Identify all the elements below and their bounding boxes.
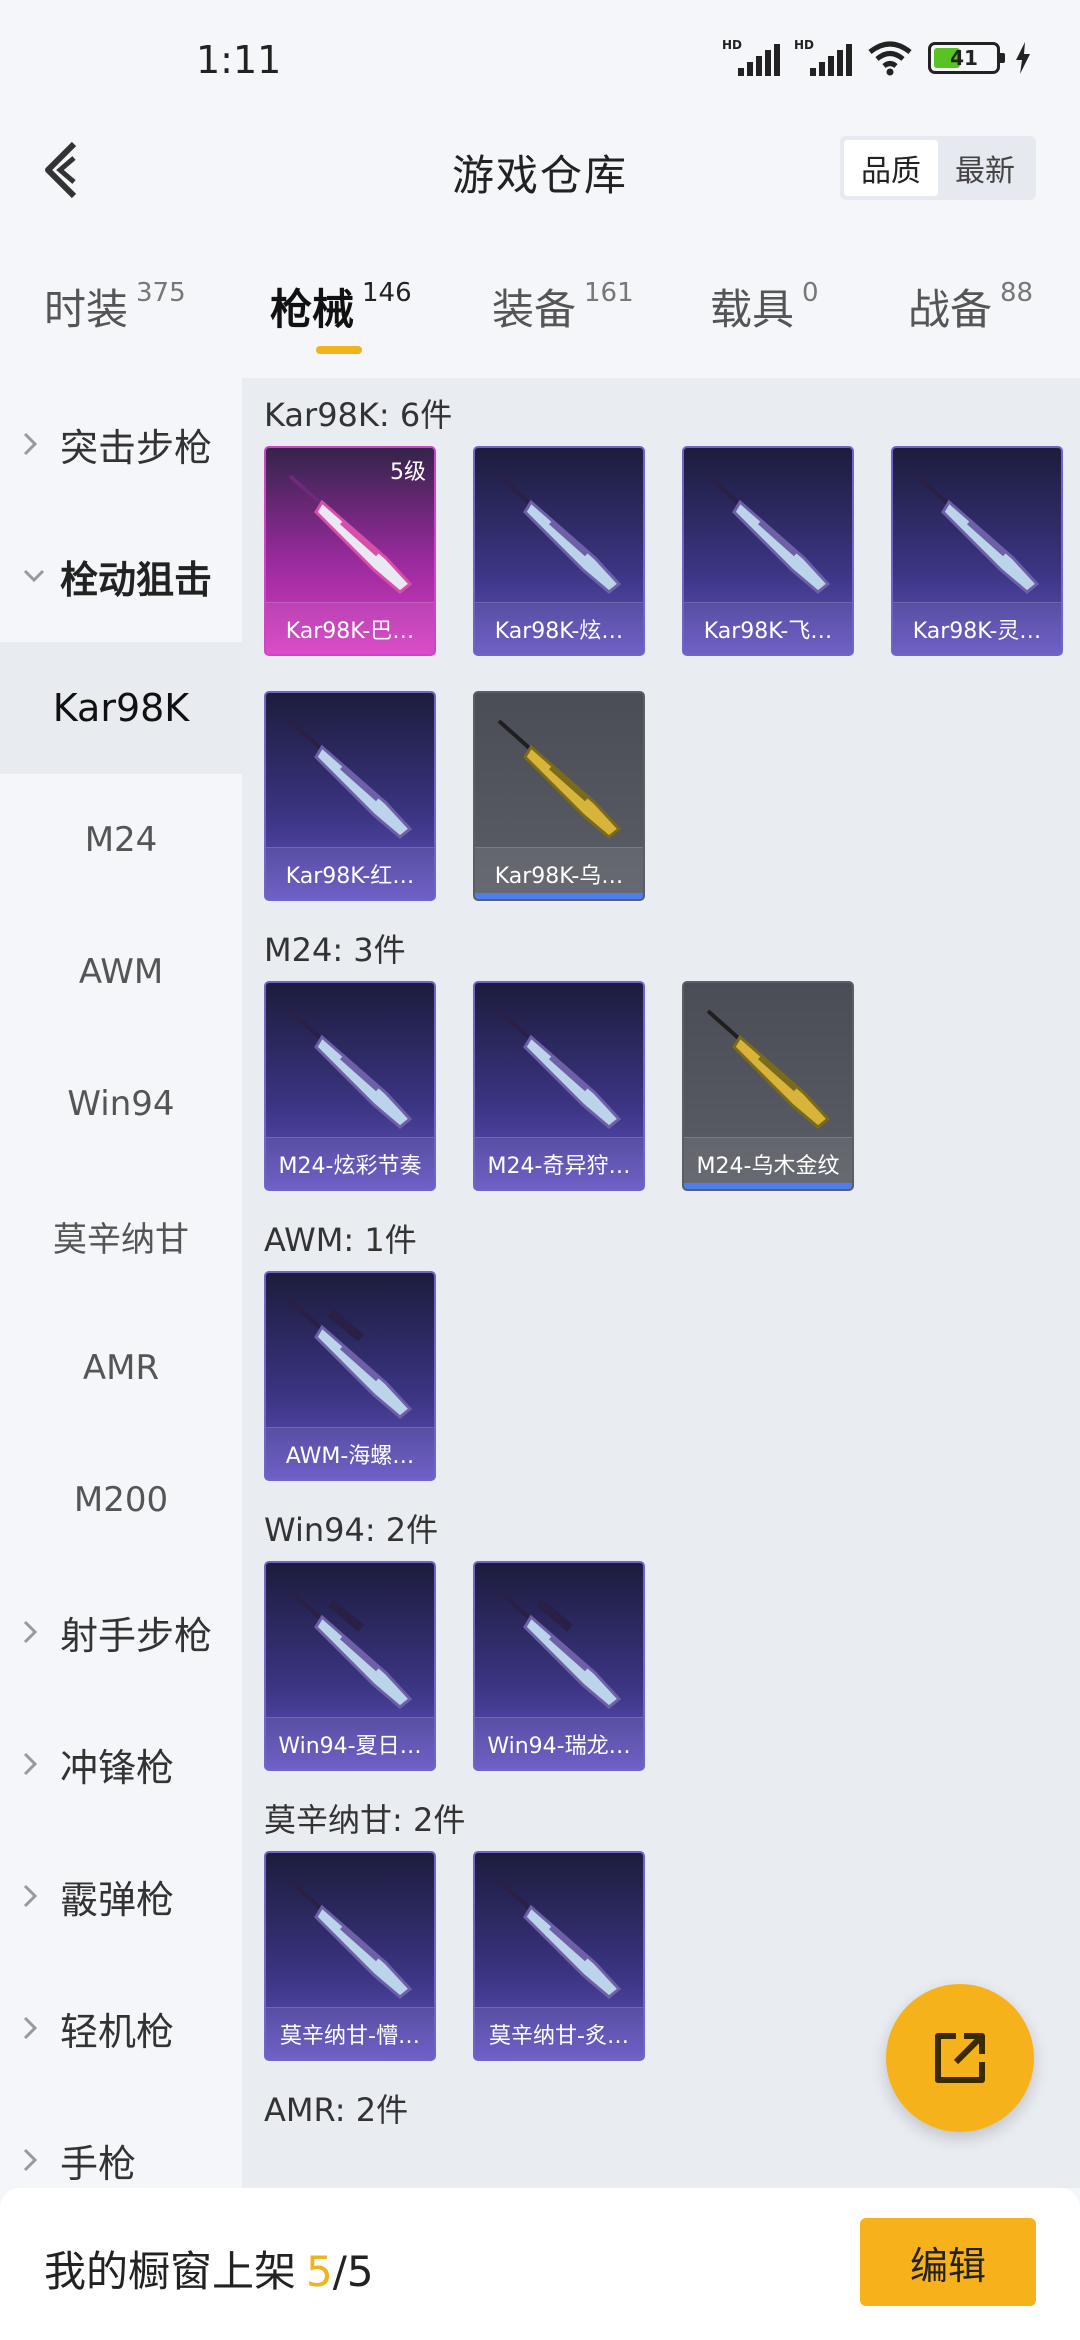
sidebar-group-smg[interactable]: 冲锋枪 [0, 1698, 242, 1830]
weapon-card[interactable]: Kar98K-飞… [682, 446, 854, 656]
sidebar-item-awm[interactable]: AWM [0, 906, 242, 1038]
weapon-name: Kar98K-炫… [475, 602, 643, 654]
weapon-card[interactable]: Kar98K-炫… [473, 446, 645, 656]
scoped-rifle-icon [288, 1589, 413, 1709]
weapon-card[interactable]: Win94-夏日… [264, 1561, 436, 1771]
chevron-right-icon [22, 1883, 50, 1909]
showcase-current-count: 5 [306, 2247, 333, 2296]
sidebar-group-shotgun[interactable]: 霰弹枪 [0, 1830, 242, 1962]
inventory-grid: Kar98K: 6件 5级 Kar98K-巴… Kar98K-炫… Kar98K-飞… K… [242, 378, 1080, 2188]
section-title: AWM: 1件 [264, 1221, 417, 1259]
system-icons: HD HD 41 [722, 38, 1032, 76]
sidebar-item-amr[interactable]: AMR [0, 1302, 242, 1434]
rifle-icon [706, 1009, 831, 1129]
chevron-right-icon [22, 2015, 50, 2041]
section-title: Win94: 2件 [264, 1511, 439, 1549]
tab-vehicles[interactable]: 载具 0 [710, 276, 819, 337]
weapon-name: Kar98K-灵… [893, 602, 1061, 654]
battery-icon: 41 [928, 42, 1005, 74]
weapon-card[interactable]: M24-乌木金纹 [682, 981, 854, 1191]
tab-equipment[interactable]: 装备 161 [492, 276, 634, 337]
section-title: Kar98K: 6件 [264, 396, 453, 434]
chevron-right-icon [22, 1751, 50, 1777]
weapon-name: Kar98K-红… [266, 847, 434, 899]
weapon-name: M24-乌木金纹 [684, 1137, 852, 1189]
sort-newest-button[interactable]: 最新 [938, 140, 1032, 196]
active-tab-indicator [316, 346, 362, 354]
chevron-right-icon [22, 1619, 50, 1645]
sidebar-item-m200[interactable]: M200 [0, 1434, 242, 1566]
weapon-card[interactable]: M24-奇异狩… [473, 981, 645, 1191]
sidebar-item-m24[interactable]: M24 [0, 774, 242, 906]
sidebar-group-assault-rifle[interactable]: 突击步枪 [0, 378, 242, 510]
rifle-icon [288, 1879, 413, 1999]
share-button[interactable] [886, 1984, 1034, 2132]
rifle-icon [706, 474, 831, 594]
sidebar-group-lmg[interactable]: 轻机枪 [0, 1962, 242, 2094]
tab-fashion[interactable]: 时装 375 [44, 276, 186, 337]
section-title: 莫辛纳甘: 2件 [264, 1801, 466, 1839]
showcase-status: 我的橱窗上架 5/5 [44, 2247, 374, 2296]
tab-supplies[interactable]: 战备 88 [908, 276, 1033, 337]
scoped-rifle-icon [497, 1589, 622, 1709]
weapon-card[interactable]: M24-炫彩节奏 [264, 981, 436, 1191]
rifle-icon [497, 719, 622, 839]
rifle-icon [288, 1009, 413, 1129]
weapon-card[interactable]: 莫辛纳甘-懵… [264, 1851, 436, 2061]
sidebar-item-kar98k[interactable]: Kar98K [0, 642, 242, 774]
weapon-name: Kar98K-乌… [475, 847, 643, 899]
chevron-right-icon [22, 431, 50, 457]
rifle-icon [497, 1009, 622, 1129]
edit-button[interactable]: 编辑 [860, 2218, 1036, 2306]
sidebar-group-bolt-sniper[interactable]: 栓动狙击 [0, 510, 242, 642]
clock: 1:11 [196, 38, 282, 82]
signal-icon: HD [722, 38, 780, 76]
weapon-name: 莫辛纳甘-炙… [475, 2007, 643, 2059]
sort-toggle: 品质 最新 [840, 136, 1036, 200]
rifle-icon [288, 719, 413, 839]
header: 游戏仓库 品质 最新 [0, 120, 1080, 216]
sort-quality-button[interactable]: 品质 [844, 140, 938, 196]
section-title: AMR: 2件 [264, 2091, 409, 2129]
weapon-name: Kar98K-巴… [266, 602, 434, 654]
tab-guns[interactable]: 枪械 146 [270, 276, 412, 337]
sidebar: 突击步枪 栓动狙击 Kar98K M24 AWM Win94 莫辛纳甘 AMR … [0, 378, 242, 2188]
category-tabs: 时装 375 枪械 146 装备 161 载具 0 战备 88 [0, 262, 1080, 362]
rifle-icon [915, 474, 1040, 594]
weapon-card[interactable]: 莫辛纳甘-炙… [473, 1851, 645, 2061]
weapon-card[interactable]: Win94-瑞龙… [473, 1561, 645, 1771]
weapon-name: M24-奇异狩… [475, 1137, 643, 1189]
weapon-card[interactable]: Kar98K-红… [264, 691, 436, 901]
weapon-name: M24-炫彩节奏 [266, 1137, 434, 1189]
weapon-name: AWM-海螺… [266, 1427, 434, 1479]
share-icon [935, 2033, 985, 2083]
charging-icon [1016, 42, 1030, 74]
rifle-icon [497, 474, 622, 594]
wifi-icon [868, 41, 912, 76]
sniper-icon [288, 1299, 413, 1419]
chevron-down-icon [22, 568, 50, 584]
rifle-icon [497, 1879, 622, 1999]
weapon-name: Win94-瑞龙… [475, 1717, 643, 1769]
weapon-card[interactable]: AWM-海螺… [264, 1271, 436, 1481]
weapon-name: Win94-夏日… [266, 1717, 434, 1769]
section-title: M24: 3件 [264, 931, 406, 969]
signal-icon-2: HD [794, 38, 852, 76]
level-badge: 5级 [390, 460, 426, 485]
showcase-total-count: 5 [346, 2247, 374, 2296]
bottom-bar: 我的橱窗上架 5/5 编辑 [0, 2188, 1080, 2340]
status-bar: 1:11 HD HD 41 [0, 0, 1080, 120]
weapon-card[interactable]: Kar98K-灵… [891, 446, 1063, 656]
sidebar-item-mosin[interactable]: 莫辛纳甘 [0, 1170, 242, 1302]
chevron-right-icon [22, 2147, 50, 2173]
weapon-name: Kar98K-飞… [684, 602, 852, 654]
weapon-card[interactable]: Kar98K-乌… [473, 691, 645, 901]
sidebar-group-dmr[interactable]: 射手步枪 [0, 1566, 242, 1698]
weapon-card[interactable]: 5级 Kar98K-巴… [264, 446, 436, 656]
weapon-name: 莫辛纳甘-懵… [266, 2007, 434, 2059]
sidebar-item-win94[interactable]: Win94 [0, 1038, 242, 1170]
